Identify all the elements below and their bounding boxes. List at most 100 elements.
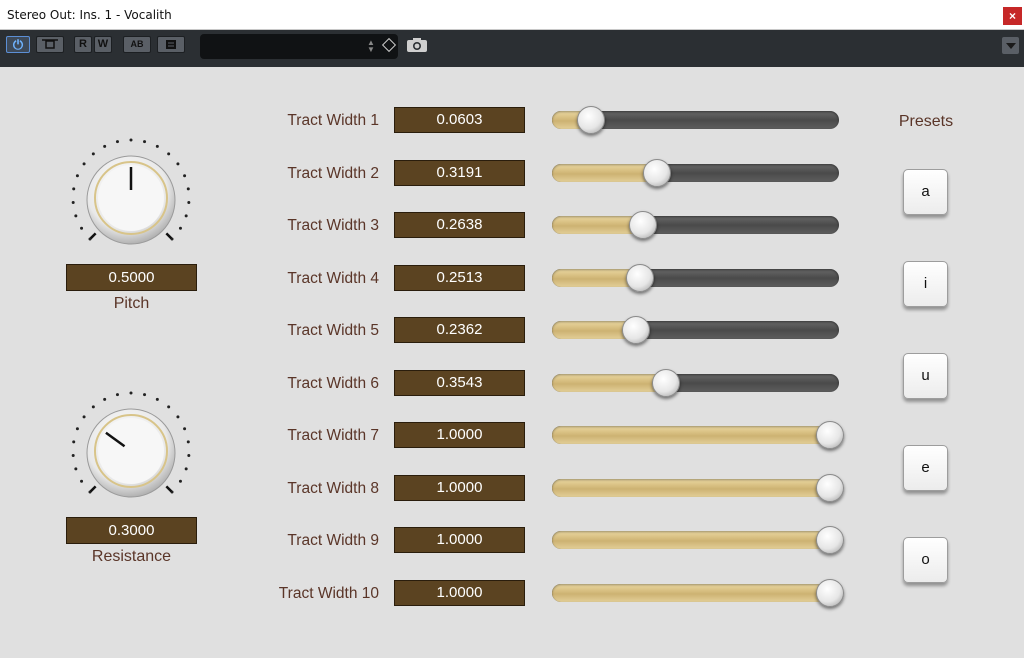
slider-thumb[interactable]: [643, 158, 672, 187]
plugin-toolbar: ⏻ RW AB ▲ ▼: [0, 30, 1024, 67]
bypass-button[interactable]: [36, 36, 64, 53]
read-write-group: RW: [74, 36, 114, 53]
preset-button-i[interactable]: i: [903, 261, 948, 307]
knob-tick: [183, 174, 187, 178]
tract-width-slider[interactable]: [552, 263, 839, 292]
knob-tick: [80, 226, 84, 230]
knob-value-field[interactable]: 0.5000: [66, 264, 197, 291]
slider-thumb[interactable]: [816, 421, 844, 449]
slider-thumb[interactable]: [651, 368, 680, 397]
preset-button-u[interactable]: u: [903, 353, 948, 399]
slider-thumb[interactable]: [816, 526, 844, 554]
knob-tick: [74, 214, 78, 218]
knob-end-mark: [165, 232, 173, 240]
knob-dial[interactable]: [66, 383, 196, 513]
knob-tick: [176, 162, 180, 166]
knob-tick: [187, 201, 191, 205]
knob-label: Pitch: [113, 295, 150, 312]
slider-thumb[interactable]: [816, 578, 844, 607]
slider-thumb[interactable]: [621, 316, 650, 344]
tract-width-slider[interactable]: [552, 158, 839, 187]
tract-width-value-field[interactable]: 0.3543: [394, 369, 525, 396]
chevron-down-icon[interactable]: [1002, 37, 1019, 54]
knob-tick: [71, 201, 75, 205]
knob-tick: [115, 140, 119, 144]
read-automation-button[interactable]: R: [74, 36, 92, 53]
knob-tick: [167, 152, 171, 156]
knob-tick: [72, 187, 76, 191]
preset-button-e[interactable]: e: [903, 445, 948, 491]
knob-end-mark: [89, 485, 97, 493]
tract-width-value-field[interactable]: 0.2362: [394, 317, 525, 343]
knob-tick: [103, 144, 107, 148]
knob-tick: [167, 405, 171, 409]
preset-menu-button[interactable]: [157, 36, 185, 53]
knob-tick: [184, 467, 188, 471]
knob-cap: [98, 418, 164, 484]
tract-width-value-field[interactable]: 0.0603: [394, 107, 525, 133]
knob-tick: [115, 393, 119, 397]
knob-end-mark: [89, 232, 97, 240]
knob-tick: [183, 427, 187, 431]
camera-icon[interactable]: [406, 37, 428, 53]
ab-compare-button[interactable]: AB: [123, 36, 151, 53]
knob-tick: [82, 162, 86, 166]
knob-dial[interactable]: [66, 130, 196, 260]
knob-tick: [80, 479, 84, 483]
knob-tick: [72, 440, 76, 444]
tract-width-label: Tract Width 3: [287, 217, 379, 234]
tract-width-label: Tract Width 6: [287, 374, 379, 392]
tract-width-value-field[interactable]: 0.2513: [394, 264, 525, 291]
list-icon: [166, 40, 176, 49]
rotary-knob[interactable]: [66, 130, 196, 260]
close-button[interactable]: ×: [1003, 7, 1022, 25]
slider-fill: [552, 163, 658, 182]
knob-tick: [178, 479, 182, 483]
power-button[interactable]: ⏻: [6, 36, 30, 53]
tract-width-value-field[interactable]: 0.2638: [394, 212, 525, 238]
up-down-arrows-icon[interactable]: ▲ ▼: [367, 39, 375, 54]
preset-button-o[interactable]: o: [903, 537, 948, 583]
slider-thumb[interactable]: [625, 263, 654, 292]
tract-width-value-field[interactable]: 1.0000: [394, 579, 525, 606]
slider-fill: [552, 373, 666, 392]
knob-tick: [82, 415, 86, 419]
knob-tick: [71, 454, 75, 458]
preset-button-a[interactable]: a: [903, 169, 948, 215]
tract-width-slider[interactable]: [552, 526, 844, 554]
knob-value-field[interactable]: 0.3000: [66, 517, 197, 544]
tract-width-slider[interactable]: [552, 106, 839, 134]
slider-thumb[interactable]: [816, 473, 844, 502]
tract-width-label: Tract Width 1: [287, 112, 379, 129]
tract-width-slider[interactable]: [552, 368, 839, 397]
tract-width-value-field[interactable]: 1.0000: [394, 422, 525, 448]
knob-tick: [178, 226, 182, 230]
tract-width-value-field[interactable]: 1.0000: [394, 527, 525, 553]
tract-width-value-field[interactable]: 0.3191: [394, 159, 525, 186]
knob-tick: [91, 152, 95, 156]
tract-width-label: Tract Width 10: [278, 584, 379, 602]
slider-thumb[interactable]: [629, 211, 657, 239]
rotary-knob[interactable]: [66, 383, 196, 513]
power-icon: ⏻: [12, 37, 24, 52]
knob-label: Resistance: [91, 548, 172, 565]
title-bar: Stereo Out: Ins. 1 - Vocalith ×: [0, 0, 1024, 30]
tract-width-slider[interactable]: [552, 211, 839, 239]
knob-tick: [103, 397, 107, 401]
tract-width-slider[interactable]: [552, 473, 844, 502]
knob-tick: [129, 138, 133, 142]
window-title: Stereo Out: Ins. 1 - Vocalith: [7, 8, 172, 22]
tract-width-slider[interactable]: [552, 578, 844, 607]
tract-width-value-field[interactable]: 1.0000: [394, 474, 525, 501]
knob-tick: [74, 467, 78, 471]
tract-width-slider[interactable]: [552, 316, 839, 344]
tract-width-slider[interactable]: [552, 421, 844, 449]
preset-selector[interactable]: ▲ ▼: [200, 34, 398, 59]
slider-thumb[interactable]: [577, 106, 606, 134]
write-automation-button[interactable]: W: [94, 36, 112, 53]
knob-tick: [155, 397, 159, 401]
preset-browser-icon[interactable]: [381, 37, 397, 53]
knob-tick: [186, 440, 190, 444]
slider-fill: [552, 531, 839, 549]
knob-end-mark: [165, 485, 173, 493]
